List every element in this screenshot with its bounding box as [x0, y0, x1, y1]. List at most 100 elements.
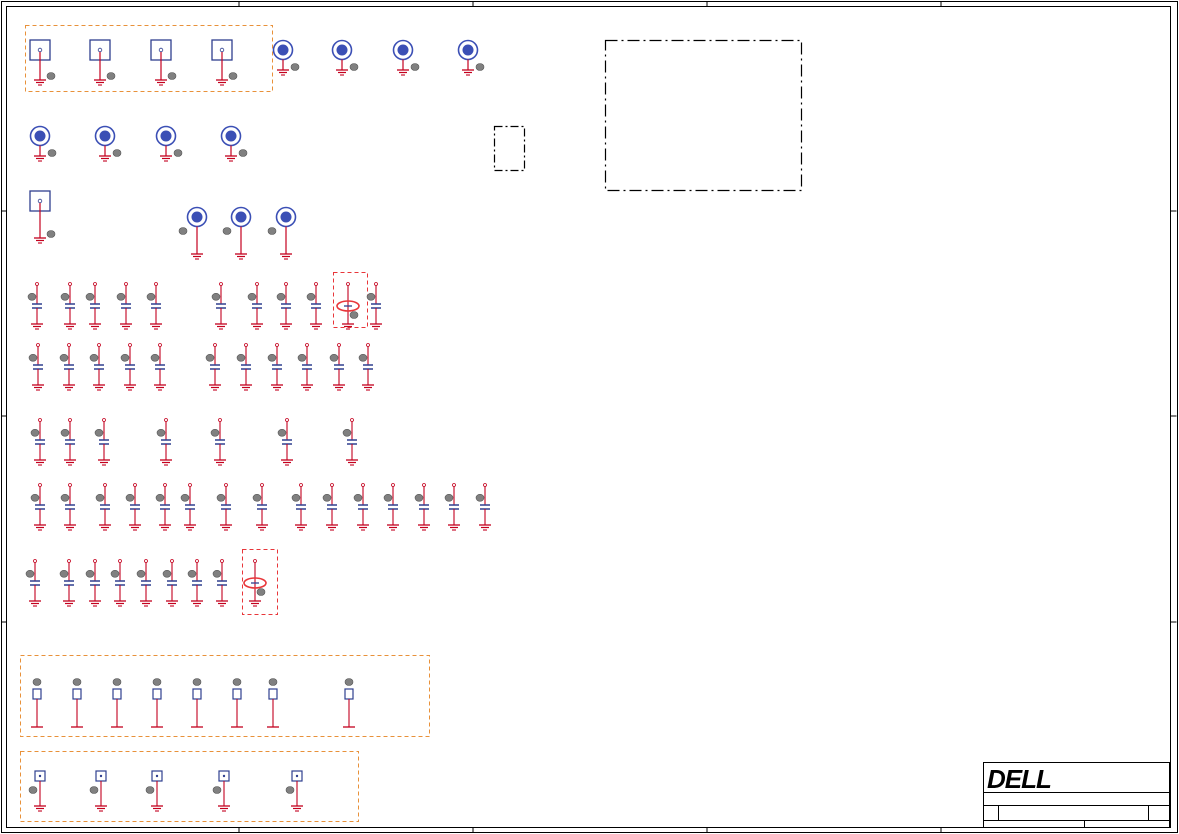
refdes-tag	[232, 678, 242, 686]
capacitor	[116, 282, 132, 330]
capacitor	[205, 343, 221, 391]
refdes-tag	[110, 569, 120, 578]
mount-hole	[29, 125, 57, 162]
refdes-tag	[285, 786, 295, 794]
refdes-tag	[30, 493, 40, 502]
dell-logo: DELL	[987, 764, 1052, 794]
refdes-tag	[297, 353, 307, 362]
refdes-tag	[414, 493, 424, 502]
capacitor	[28, 343, 44, 391]
capacitor	[85, 282, 101, 330]
refdes-tag	[60, 428, 70, 437]
mount-hole	[155, 125, 183, 162]
bottom-pad	[111, 678, 123, 728]
refdes-tag	[366, 292, 376, 301]
capacitor	[89, 343, 105, 391]
outline-box-small	[493, 125, 526, 172]
capacitor	[120, 343, 136, 391]
refdes-tag	[94, 428, 104, 437]
refdes-tag	[342, 428, 352, 437]
refdes-tag	[329, 353, 339, 362]
capacitor	[85, 559, 101, 607]
refdes-tag	[444, 493, 454, 502]
bottom-pad	[267, 678, 279, 728]
refdes-tag	[353, 493, 363, 502]
capacitor	[216, 483, 232, 531]
bottom-pad-group-box-2	[20, 751, 359, 822]
refdes-tag	[112, 678, 122, 686]
refdes-tag	[268, 678, 278, 686]
capacitor	[414, 483, 430, 531]
test-pad	[89, 39, 116, 86]
capacitor	[150, 343, 166, 391]
refdes-tag	[167, 72, 177, 80]
capacitor	[156, 418, 172, 466]
refdes-tag	[216, 493, 226, 502]
bottom-test-pad	[28, 770, 46, 812]
bottom-test-pad	[89, 770, 107, 812]
capacitor	[297, 343, 313, 391]
capacitor	[25, 559, 41, 607]
capacitor	[366, 282, 382, 330]
refdes-tag	[267, 227, 277, 235]
capacitor	[306, 282, 322, 330]
bottom-test-pad	[285, 770, 303, 812]
bottom-pad	[191, 678, 203, 728]
bottom-pad	[31, 678, 43, 728]
refdes-tag	[60, 493, 70, 502]
refdes-tag	[146, 292, 156, 301]
bottom-pad	[151, 678, 163, 728]
capacitor	[95, 483, 111, 531]
capacitor	[247, 282, 263, 330]
refdes-tag	[256, 588, 266, 596]
refdes-tag	[349, 63, 359, 71]
refdes-tag	[358, 353, 368, 362]
sheet-frame	[1, 1, 1178, 833]
bottom-pad	[231, 678, 243, 728]
capacitor	[60, 282, 76, 330]
refdes-tag	[322, 493, 332, 502]
bottom-test-pad	[145, 770, 163, 812]
refdes-tag	[85, 569, 95, 578]
refdes-tag	[30, 428, 40, 437]
refdes-tag	[344, 678, 354, 686]
mount-hole	[331, 39, 359, 76]
polarized-capacitor	[336, 282, 360, 330]
mount-hole	[392, 39, 420, 76]
capacitor	[187, 559, 203, 607]
refdes-tag	[95, 493, 105, 502]
capacitor	[383, 483, 399, 531]
capacitor	[342, 418, 358, 466]
refdes-tag	[290, 63, 300, 71]
refdes-tag	[25, 569, 35, 578]
refdes-tag	[210, 428, 220, 437]
capacitor	[353, 483, 369, 531]
capacitor	[267, 343, 283, 391]
refdes-tag	[410, 63, 420, 71]
refdes-tag	[277, 428, 287, 437]
refdes-tag	[89, 353, 99, 362]
capacitor	[322, 483, 338, 531]
mount-hole	[457, 39, 485, 76]
capacitor	[110, 559, 126, 607]
refdes-tag	[222, 227, 232, 235]
refdes-tag	[59, 353, 69, 362]
refdes-tag	[89, 786, 99, 794]
refdes-tag	[136, 569, 146, 578]
polar-cap-box-1	[333, 272, 368, 328]
refdes-tag	[238, 149, 248, 157]
test-pad	[150, 39, 177, 86]
capacitor	[444, 483, 460, 531]
refdes-tag	[212, 569, 222, 578]
mount-hole	[222, 206, 252, 260]
refdes-tag	[152, 678, 162, 686]
refdes-tag	[383, 493, 393, 502]
capacitor	[329, 343, 345, 391]
refdes-tag	[267, 353, 277, 362]
refdes-tag	[125, 493, 135, 502]
mount-hole	[94, 125, 122, 162]
refdes-tag	[475, 63, 485, 71]
refdes-tag	[116, 292, 126, 301]
test-pad	[211, 39, 238, 86]
capacitor	[60, 418, 76, 466]
